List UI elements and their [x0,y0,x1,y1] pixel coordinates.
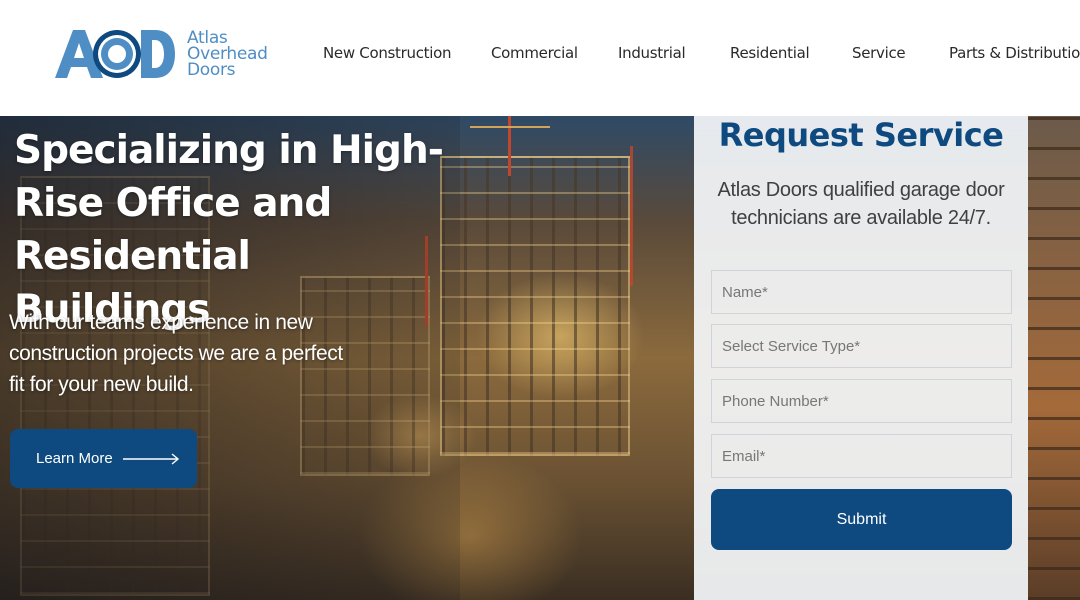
logo-wordmark: Atlas Overhead Doors [187,30,268,80]
submit-button[interactable]: Submit [711,489,1012,550]
phone-field[interactable] [711,379,1012,423]
request-service-form: Request Service Atlas Doors qualified ga… [694,116,1028,600]
hero-crane-arm [470,126,550,128]
logo-line-3: Doors [187,60,236,80]
nav-service[interactable]: Service [852,44,906,62]
aod-logo-mark-icon [55,30,175,78]
form-title: Request Service [718,116,1004,154]
hero-crane-3 [630,146,633,286]
name-field[interactable] [711,270,1012,314]
nav-new-construction[interactable]: New Construction [323,44,452,62]
arrow-right-icon [122,452,179,465]
hero-crane [508,116,511,176]
nav-industrial[interactable]: Industrial [618,44,686,62]
hero-background-edge [1028,116,1080,600]
hero-headline: Specializing in High-Rise Office and Res… [14,128,444,332]
site-header: Atlas Overhead Doors New Construction Co… [0,0,1080,116]
nav-residential[interactable]: Residential [730,44,810,62]
learn-more-label: Learn More [36,450,113,467]
nav-commercial[interactable]: Commercial [491,44,578,62]
site-logo[interactable]: Atlas Overhead Doors [55,28,268,80]
form-subtitle: Atlas Doors qualified garage door techni… [717,179,1005,229]
hero-subtext: With our teams experience in new constru… [9,311,343,396]
hero-background-building [440,156,630,456]
nav-parts-distribution[interactable]: Parts & Distribution [949,44,1080,62]
email-field[interactable] [711,434,1012,478]
service-type-select[interactable] [711,324,1012,368]
learn-more-button[interactable]: Learn More [10,429,197,488]
